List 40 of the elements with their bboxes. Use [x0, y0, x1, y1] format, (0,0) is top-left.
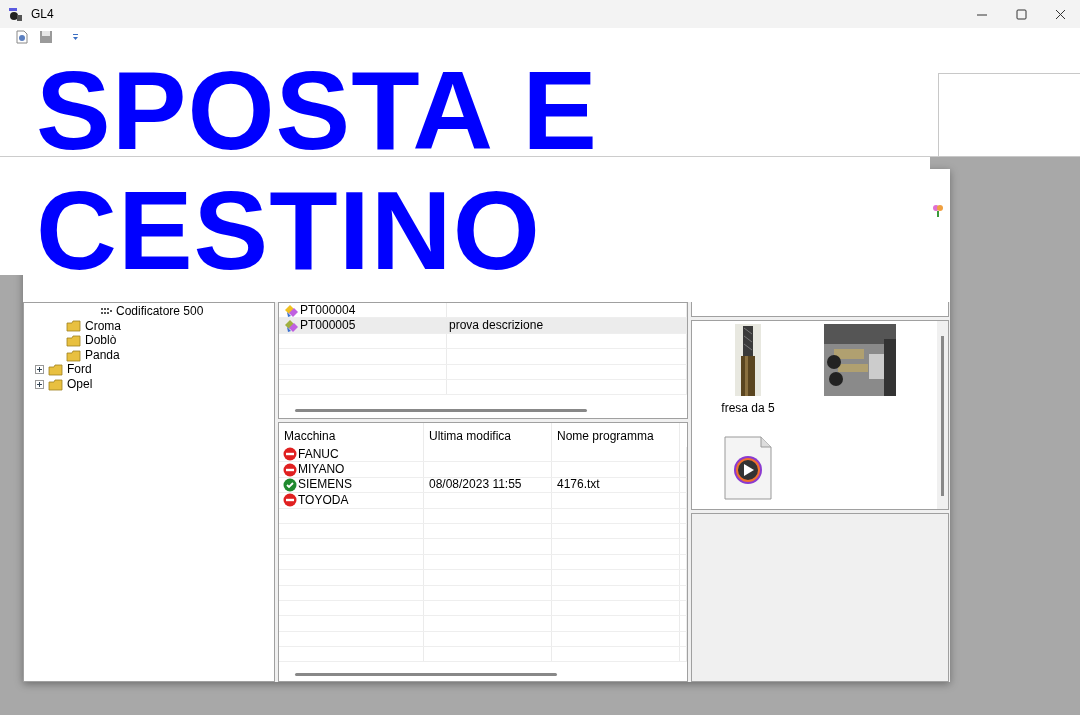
- machine-name: FANUC: [298, 447, 339, 462]
- vertical-scrollbar[interactable]: [941, 336, 944, 496]
- column-header[interactable]: Ultima modifica: [424, 423, 552, 447]
- folder-icon: [66, 348, 81, 362]
- modified-date: 08/08/2023 11:55: [429, 477, 522, 493]
- horizontal-scrollbar[interactable]: [295, 673, 557, 676]
- program-code[interactable]: PT000004: [300, 302, 356, 318]
- program-icon: [284, 303, 299, 317]
- column-header[interactable]: Macchina: [279, 423, 424, 447]
- horizontal-scrollbar[interactable]: [295, 409, 587, 412]
- settings-icon[interactable]: [15, 29, 29, 44]
- save-icon[interactable]: [39, 29, 53, 44]
- machine-name: MIYANO: [298, 461, 345, 478]
- machine-name: TOYODA: [298, 492, 349, 509]
- tree-item[interactable]: Doblò: [85, 333, 117, 348]
- dropdown-icon[interactable]: [72, 32, 79, 41]
- app-icon: [8, 6, 23, 22]
- program-description: prova descrizione: [449, 318, 544, 333]
- tree-item[interactable]: Ford: [67, 362, 92, 377]
- program-file: 4176.txt: [557, 477, 600, 493]
- video-file-icon: [724, 436, 772, 500]
- program-icon: [284, 319, 299, 333]
- flower-icon[interactable]: [931, 203, 945, 217]
- window-title: GL4: [31, 6, 54, 23]
- overlay-title: SPOSTA E: [36, 55, 598, 167]
- program-code[interactable]: PT000005: [300, 317, 356, 334]
- expand-icon[interactable]: [35, 379, 44, 389]
- folder-icon: [66, 334, 81, 347]
- machine-name: SIEMENS: [298, 477, 352, 493]
- column-header[interactable]: Nome programma: [552, 423, 680, 447]
- tree-item[interactable]: Opel: [67, 376, 93, 392]
- folder-icon: [66, 319, 81, 333]
- attachment-caption: fresa da 5: [721, 400, 775, 417]
- tree-item[interactable]: Panda: [85, 347, 120, 363]
- folder-icon: [48, 363, 63, 377]
- tree-item[interactable]: Croma: [85, 318, 121, 334]
- overlay-title: CESTINO: [36, 175, 541, 287]
- expand-icon[interactable]: [35, 365, 44, 375]
- folder-icon: [48, 377, 63, 391]
- tree-item[interactable]: Codificatore 500: [116, 304, 204, 319]
